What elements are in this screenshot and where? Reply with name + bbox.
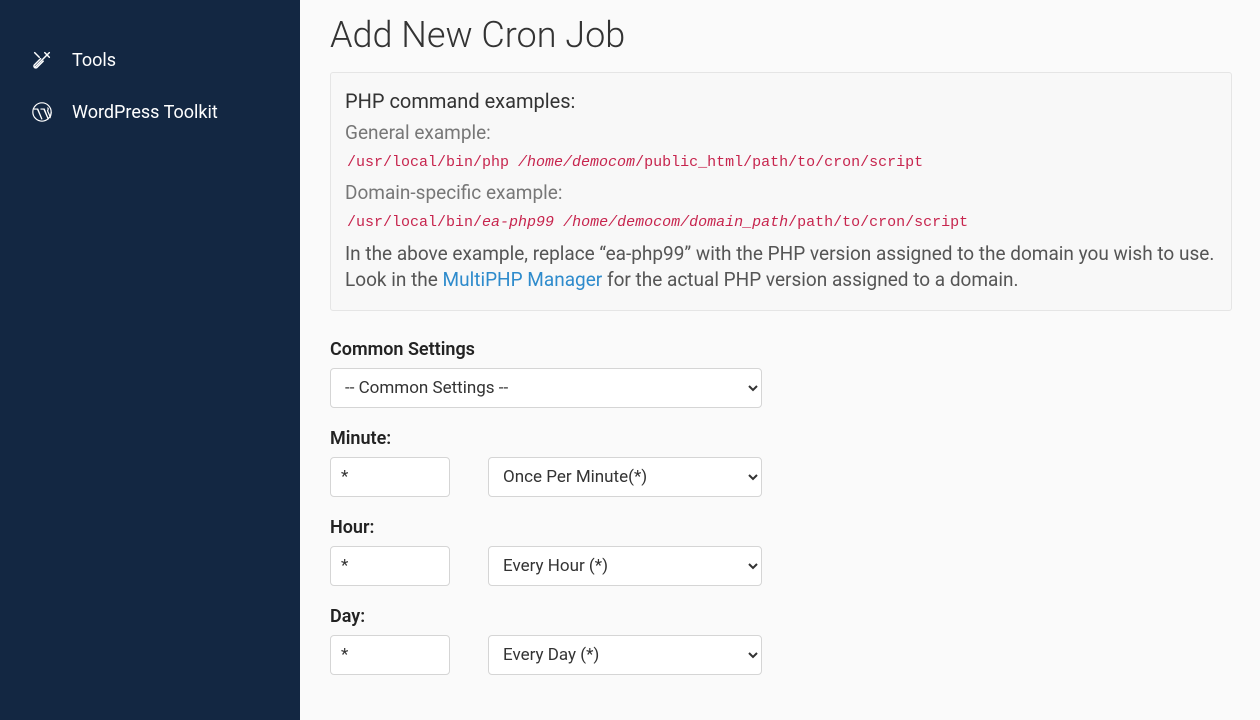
minute-select[interactable]: Once Per Minute(*) bbox=[488, 457, 762, 497]
general-example-label: General example: bbox=[345, 121, 1217, 144]
wordpress-icon bbox=[30, 100, 54, 124]
sidebar-item-label: Tools bbox=[72, 50, 116, 71]
hour-label: Hour: bbox=[330, 517, 1232, 538]
domain-example-code: /usr/local/bin/ea-php99 /home/democom/do… bbox=[345, 210, 1217, 235]
minute-input[interactable] bbox=[330, 457, 450, 497]
minute-label: Minute: bbox=[330, 428, 1232, 449]
hour-select[interactable]: Every Hour (*) bbox=[488, 546, 762, 586]
general-example-code: /usr/local/bin/php /home/democom/public_… bbox=[345, 150, 1217, 175]
examples-title: PHP command examples: bbox=[345, 89, 1217, 113]
main-content: Add New Cron Job PHP command examples: G… bbox=[300, 0, 1260, 720]
common-settings-label: Common Settings bbox=[330, 339, 1232, 360]
sidebar-item-label: WordPress Toolkit bbox=[72, 102, 218, 123]
multiphp-manager-link[interactable]: MultiPHP Manager bbox=[443, 268, 603, 291]
day-row: Day: Every Day (*) bbox=[330, 606, 1232, 675]
page-title: Add New Cron Job bbox=[330, 14, 1232, 56]
common-settings-select[interactable]: -- Common Settings -- bbox=[330, 368, 762, 408]
sidebar-item-wordpress-toolkit[interactable]: WordPress Toolkit bbox=[0, 86, 300, 138]
sidebar-item-tools[interactable]: Tools bbox=[0, 34, 300, 86]
wrench-icon bbox=[30, 48, 54, 72]
day-select[interactable]: Every Day (*) bbox=[488, 635, 762, 675]
domain-example-label: Domain-specific example: bbox=[345, 181, 1217, 204]
examples-panel: PHP command examples: General example: /… bbox=[330, 72, 1232, 311]
hour-row: Hour: Every Hour (*) bbox=[330, 517, 1232, 586]
day-input[interactable] bbox=[330, 635, 450, 675]
sidebar: Tools WordPress Toolkit bbox=[0, 0, 300, 720]
examples-note: In the above example, replace “ea-php99”… bbox=[345, 241, 1217, 292]
day-label: Day: bbox=[330, 606, 1232, 627]
common-settings-row: Common Settings -- Common Settings -- bbox=[330, 339, 1232, 408]
hour-input[interactable] bbox=[330, 546, 450, 586]
minute-row: Minute: Once Per Minute(*) bbox=[330, 428, 1232, 497]
